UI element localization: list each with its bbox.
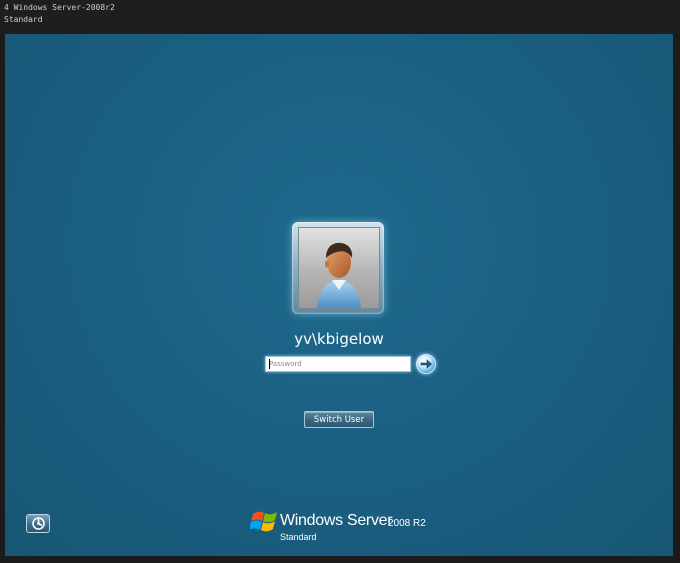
product-name: Windows Server <box>280 512 393 529</box>
product-edition: Standard <box>280 532 317 542</box>
ease-of-access-icon <box>32 517 45 530</box>
logon-screen: yv\kbigelow Switch User Windows Server 2… <box>5 34 673 556</box>
ease-of-access-button[interactable] <box>26 514 50 533</box>
windows-flag-icon <box>250 511 277 532</box>
product-version: 2008 R2 <box>388 518 426 529</box>
submit-arrow-button[interactable] <box>416 354 436 374</box>
windows-server-logo: Windows Server 2008 R2 Standard <box>250 508 440 548</box>
password-input[interactable] <box>266 357 409 371</box>
password-field[interactable] <box>265 356 411 372</box>
window-title: 4 Windows Server-2008r2 <box>4 3 115 12</box>
text-caret <box>269 359 270 369</box>
user-tile <box>292 222 384 314</box>
window-title-strip: 4 Windows Server-2008r2 Standard <box>0 0 680 34</box>
arrow-right-icon <box>420 359 432 369</box>
username-label: yv\kbigelow <box>294 330 384 348</box>
window-subtitle: Standard <box>4 15 43 24</box>
user-avatar-icon <box>298 227 380 309</box>
switch-user-button[interactable]: Switch User <box>304 411 374 428</box>
